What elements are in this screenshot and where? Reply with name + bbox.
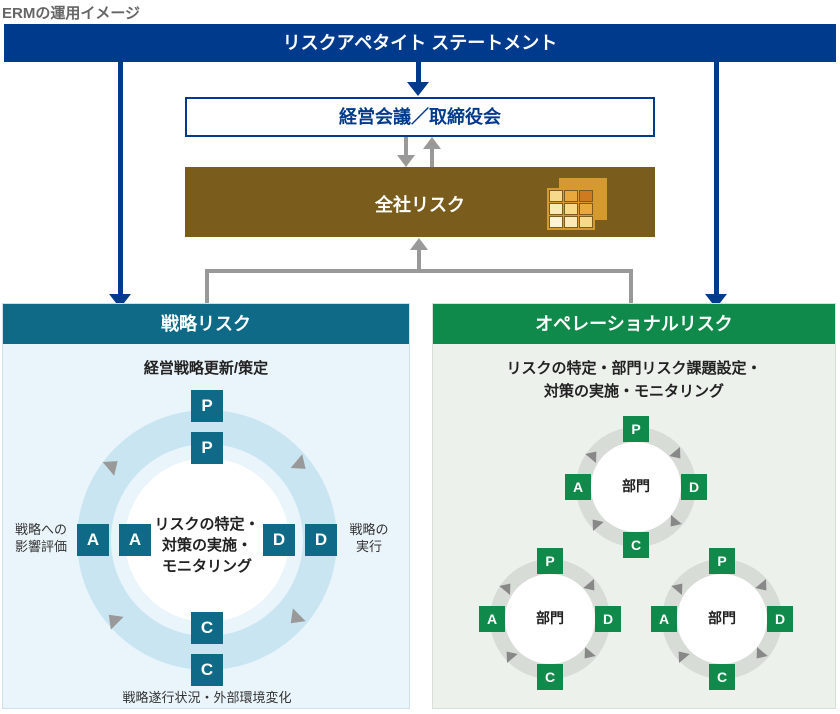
arrow-up-icon bbox=[423, 137, 441, 149]
pdca-d-outer: D bbox=[305, 524, 337, 556]
page-title: ERMの運用イメージ bbox=[2, 2, 140, 23]
pdca-center-text: リスクの特定・ 対策の実施・ モニタリング bbox=[77, 514, 337, 577]
strategic-risk-header: 戦略リスク bbox=[3, 304, 409, 344]
mini-p: P bbox=[537, 548, 563, 574]
mini-a: A bbox=[565, 474, 591, 500]
connector-line bbox=[629, 269, 633, 304]
connector-line bbox=[118, 62, 123, 296]
connector-line bbox=[430, 147, 434, 167]
pdca-p-outer: P bbox=[191, 390, 223, 422]
risk-appetite-banner: リスクアペタイト ステートメント bbox=[4, 24, 836, 62]
arrow-down-icon bbox=[397, 155, 415, 167]
operational-risk-panel: オペレーショナルリスク リスクの特定・部門リスク課題設定・ 対策の実施・モニタリ… bbox=[432, 303, 836, 709]
connector-line bbox=[205, 269, 209, 304]
mini-p: P bbox=[623, 416, 649, 442]
mini-p: P bbox=[709, 548, 735, 574]
mini-d: D bbox=[595, 606, 621, 632]
pdca-d-inner: D bbox=[263, 524, 295, 556]
dept-pdca-3: 部門 P D C A bbox=[647, 544, 797, 694]
connector-line bbox=[417, 249, 421, 271]
connector-line bbox=[205, 269, 633, 273]
mini-c: C bbox=[537, 664, 563, 690]
pdca-a-inner: A bbox=[119, 524, 151, 556]
mini-a: A bbox=[479, 606, 505, 632]
pdca-a-outer: A bbox=[77, 524, 109, 556]
dept-pdca-2: 部門 P D C A bbox=[475, 544, 625, 694]
mini-a: A bbox=[651, 606, 677, 632]
pdca-d-label: 戦略の 実行 bbox=[337, 522, 401, 556]
heatmap-icon bbox=[547, 178, 617, 226]
mini-c: C bbox=[623, 532, 649, 558]
connector-line bbox=[404, 137, 408, 157]
mini-d: D bbox=[767, 606, 793, 632]
pdca-a-label: 戦略への 影響評価 bbox=[9, 522, 73, 556]
mini-c: C bbox=[709, 664, 735, 690]
arrow-up-icon bbox=[410, 238, 428, 250]
pdca-c-label: 戦略遂行状況・外部環境変化 bbox=[83, 690, 331, 707]
corporate-risk-box: 全社リスク bbox=[185, 167, 655, 237]
pdca-c-inner: C bbox=[191, 612, 223, 644]
arrow-down-icon bbox=[407, 82, 429, 96]
connector-line bbox=[714, 62, 719, 296]
operational-risk-header: オペレーショナルリスク bbox=[433, 304, 835, 344]
connector-line bbox=[416, 62, 421, 84]
mini-d: D bbox=[681, 474, 707, 500]
dept-pdca-1: 部門 P D C A bbox=[561, 412, 711, 562]
operational-risk-subtext: リスクの特定・部門リスク課題設定・ 対策の実施・モニタリング bbox=[433, 358, 835, 403]
pdca-p-inner: P bbox=[191, 432, 223, 464]
strategic-risk-panel: 戦略リスク 経営戦略更新/策定 リスクの特定・ 対策の実施・ モニタリング P … bbox=[2, 303, 410, 709]
pdca-p-label: 経営戦略更新/策定 bbox=[3, 358, 409, 381]
pdca-c-outer: C bbox=[191, 654, 223, 686]
management-board-box: 経営会議／取締役会 bbox=[185, 97, 655, 137]
